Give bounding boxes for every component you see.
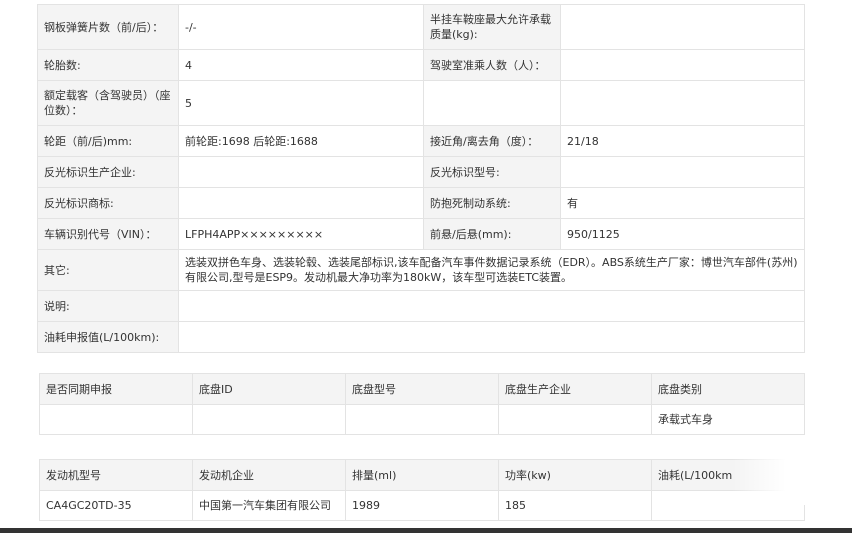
col-engine-maker: 发动机企业 bbox=[192, 459, 346, 491]
other-value: 选装双拼色车身、选装轮毂、选装尾部标识,该车配备汽车事件数据记录系统（EDR）。… bbox=[178, 249, 805, 291]
saddle-load-label: 半挂车鞍座最大允许承载质量(kg): bbox=[423, 4, 561, 50]
empty-value bbox=[560, 80, 805, 126]
col-chassis-type: 底盘类别 bbox=[651, 373, 805, 405]
fuel-label: 油耗申报值(L/100km): bbox=[37, 321, 179, 353]
tire-count-value: 4 bbox=[178, 49, 424, 81]
col-same-period: 是否同期申报 bbox=[39, 373, 193, 405]
note-value bbox=[178, 290, 805, 322]
spec-table: 钢板弹簧片数（前/后）： -/- 半挂车鞍座最大允许承载质量(kg): 轮胎数:… bbox=[37, 4, 805, 353]
leaf-spring-label: 钢板弹簧片数（前/后）： bbox=[37, 4, 179, 50]
spec-row: 反光标识商标: 防抱死制动系统: 有 bbox=[37, 187, 805, 219]
spec-row: 额定载客（含驾驶员）（座位数）： 5 bbox=[37, 80, 805, 126]
abs-label: 防抱死制动系统: bbox=[423, 187, 561, 219]
spec-row: 说明: bbox=[37, 290, 805, 322]
reflector-maker-label: 反光标识生产企业: bbox=[37, 156, 179, 188]
chassis-cell bbox=[192, 404, 346, 435]
vin-label: 车辆识别代号（VIN）： bbox=[37, 218, 179, 250]
seat-count-value: 5 bbox=[178, 80, 424, 126]
chassis-row: 承载式车身 bbox=[39, 404, 805, 435]
chassis-cell: 承载式车身 bbox=[651, 404, 805, 435]
engine-cell: 185 bbox=[498, 490, 652, 521]
chassis-cell bbox=[345, 404, 499, 435]
reflector-model-label: 反光标识型号: bbox=[423, 156, 561, 188]
approach-angle-value: 21/18 bbox=[560, 125, 805, 157]
col-chassis-id: 底盘ID bbox=[192, 373, 346, 405]
approach-angle-label: 接近角/离去角（度）： bbox=[423, 125, 561, 157]
bottom-bar bbox=[0, 528, 852, 533]
col-engine-model: 发动机型号 bbox=[39, 459, 193, 491]
track-width-label: 轮距（前/后)mm: bbox=[37, 125, 179, 157]
reflector-brand-label: 反光标识商标: bbox=[37, 187, 179, 219]
track-width-value: 前轮距:1698 后轮距:1688 bbox=[178, 125, 424, 157]
saddle-load-value bbox=[560, 4, 805, 50]
spec-row: 车辆识别代号（VIN）： LFPH4APP××××××××× 前悬/后悬(mm)… bbox=[37, 218, 805, 250]
col-displacement: 排量(ml) bbox=[345, 459, 499, 491]
engine-cell: 中国第一汽车集团有限公司 bbox=[192, 490, 346, 521]
overhang-label: 前悬/后悬(mm): bbox=[423, 218, 561, 250]
vin-value: LFPH4APP××××××××× bbox=[178, 218, 424, 250]
tire-count-label: 轮胎数: bbox=[37, 49, 179, 81]
col-power: 功率(kw) bbox=[498, 459, 652, 491]
col-chassis-maker: 底盘生产企业 bbox=[498, 373, 652, 405]
edge-fade bbox=[732, 455, 852, 505]
spec-row: 轮距（前/后)mm: 前轮距:1698 后轮距:1688 接近角/离去角（度）：… bbox=[37, 125, 805, 157]
note-label: 说明: bbox=[37, 290, 179, 322]
chassis-table: 是否同期申报 底盘ID 底盘型号 底盘生产企业 底盘类别 承载式车身 bbox=[39, 373, 805, 435]
spec-row: 油耗申报值(L/100km): bbox=[37, 321, 805, 353]
reflector-model-value bbox=[560, 156, 805, 188]
reflector-maker-value bbox=[178, 156, 424, 188]
chassis-cell bbox=[498, 404, 652, 435]
reflector-brand-value bbox=[178, 187, 424, 219]
fuel-value bbox=[178, 321, 805, 353]
col-chassis-model: 底盘型号 bbox=[345, 373, 499, 405]
abs-value: 有 bbox=[560, 187, 805, 219]
cab-capacity-value bbox=[560, 49, 805, 81]
overhang-value: 950/1125 bbox=[560, 218, 805, 250]
engine-header-row: 发动机型号 发动机企业 排量(ml) 功率(kw) 油耗(L/100km bbox=[39, 459, 805, 491]
engine-cell: CA4GC20TD-35 bbox=[39, 490, 193, 521]
spec-row: 钢板弹簧片数（前/后）： -/- 半挂车鞍座最大允许承载质量(kg): bbox=[37, 4, 805, 50]
spec-row: 反光标识生产企业: 反光标识型号: bbox=[37, 156, 805, 188]
engine-table: 发动机型号 发动机企业 排量(ml) 功率(kw) 油耗(L/100km CA4… bbox=[39, 459, 805, 521]
empty-label bbox=[423, 80, 561, 126]
chassis-cell bbox=[39, 404, 193, 435]
leaf-spring-value: -/- bbox=[178, 4, 424, 50]
engine-cell: 1989 bbox=[345, 490, 499, 521]
engine-row: CA4GC20TD-35 中国第一汽车集团有限公司 1989 185 bbox=[39, 490, 805, 521]
cab-capacity-label: 驾驶室准乘人数（人）： bbox=[423, 49, 561, 81]
spec-row: 其它: 选装双拼色车身、选装轮毂、选装尾部标识,该车配备汽车事件数据记录系统（E… bbox=[37, 249, 805, 291]
other-label: 其它: bbox=[37, 249, 179, 291]
seat-count-label: 额定载客（含驾驶员）（座位数）： bbox=[37, 80, 179, 126]
spec-row: 轮胎数: 4 驾驶室准乘人数（人）： bbox=[37, 49, 805, 81]
chassis-header-row: 是否同期申报 底盘ID 底盘型号 底盘生产企业 底盘类别 bbox=[39, 373, 805, 405]
